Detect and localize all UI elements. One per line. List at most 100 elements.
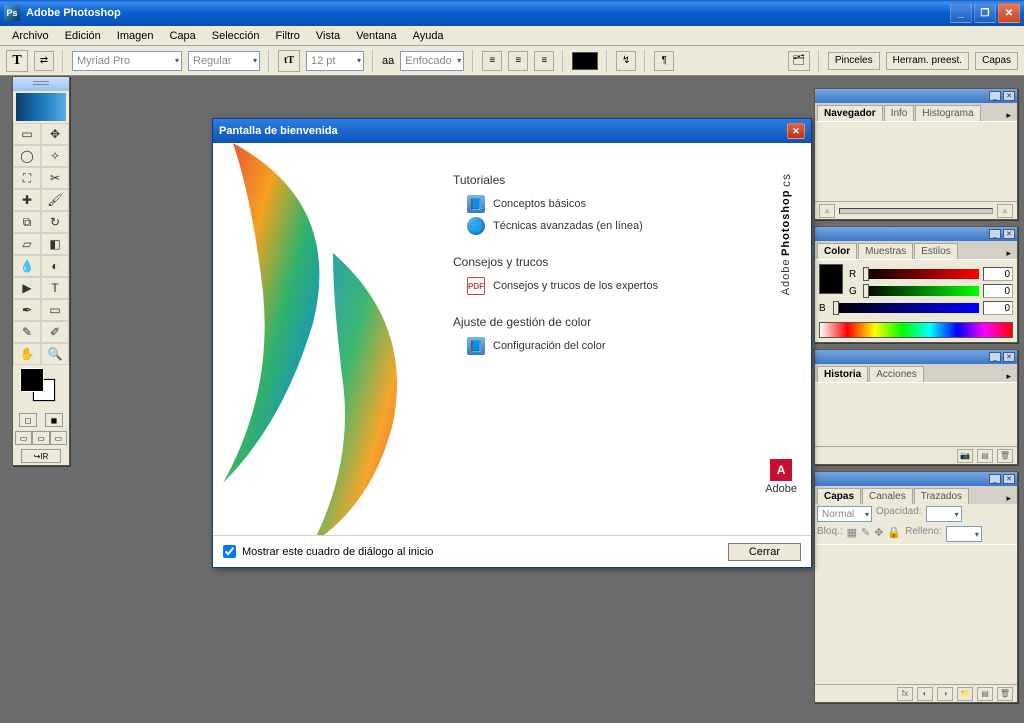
dock-tab-herram[interactable]: Herram. preest.	[886, 52, 969, 70]
maximize-button[interactable]: ❐	[974, 3, 996, 23]
tab-capas[interactable]: Capas	[817, 488, 861, 504]
link-consejos-expertos[interactable]: PDF Consejos y trucos de los expertos	[467, 277, 801, 295]
link-conceptos-basicos[interactable]: 📘 Conceptos básicos	[467, 195, 801, 213]
menu-imagen[interactable]: Imagen	[109, 28, 162, 44]
screen-standard-icon[interactable]: ▭	[15, 431, 32, 445]
fx-icon[interactable]: fx	[897, 687, 913, 701]
opacity-field[interactable]	[926, 506, 962, 522]
font-family-dropdown[interactable]: Myriad Pro	[72, 51, 182, 71]
panel-min-icon[interactable]: _	[989, 229, 1001, 239]
tab-muestras[interactable]: Muestras	[858, 243, 913, 259]
filebrowser-icon[interactable]: 🗂	[788, 51, 810, 71]
lock-trans-icon[interactable]: ▦	[847, 526, 857, 542]
show-at-start-checkbox[interactable]	[223, 545, 236, 558]
palette-grip[interactable]	[13, 77, 69, 91]
minimize-button[interactable]: _	[950, 3, 972, 23]
zoom-out-icon[interactable]: ▵	[819, 204, 835, 218]
menu-vista[interactable]: Vista	[308, 28, 348, 44]
tab-navegador[interactable]: Navegador	[817, 105, 883, 121]
snapshot-icon[interactable]: 📷	[957, 449, 973, 463]
wand-tool-icon[interactable]: ✧	[41, 145, 69, 167]
orientation-toggle[interactable]: ⇄	[34, 51, 54, 71]
zoom-tool-icon[interactable]: 🔍	[41, 343, 69, 365]
eyedropper-tool-icon[interactable]: ✐	[41, 321, 69, 343]
menu-ventana[interactable]: Ventana	[348, 28, 404, 44]
close-button[interactable]: Cerrar	[728, 543, 801, 561]
text-color-swatch[interactable]	[572, 52, 598, 70]
dock-tab-capas[interactable]: Capas	[975, 52, 1018, 70]
spectrum-ramp[interactable]	[819, 322, 1013, 338]
panel-min-icon[interactable]: _	[989, 352, 1001, 362]
marquee-tool-icon[interactable]: ▭	[13, 123, 41, 145]
panel-menu-icon[interactable]: ▸	[1002, 110, 1015, 121]
align-right-icon[interactable]: ≡	[534, 51, 554, 71]
jump-to-imageready-icon[interactable]: ↪IR	[21, 449, 61, 463]
g-slider[interactable]	[863, 286, 979, 296]
tab-estilos[interactable]: Estilos	[914, 243, 957, 259]
panel-close-icon[interactable]: ✕	[1003, 91, 1015, 101]
screen-full-icon[interactable]: ▭	[50, 431, 67, 445]
blend-mode-dropdown[interactable]: Normal	[817, 506, 872, 522]
panel-min-icon[interactable]: _	[989, 474, 1001, 484]
new-doc-icon[interactable]: ▤	[977, 449, 993, 463]
tab-info[interactable]: Info	[884, 105, 915, 121]
trash-icon[interactable]: 🗑	[997, 687, 1013, 701]
lock-paint-icon[interactable]: ✎	[861, 526, 870, 542]
align-center-icon[interactable]: ≡	[508, 51, 528, 71]
menu-edicion[interactable]: Edición	[57, 28, 109, 44]
panel-close-icon[interactable]: ✕	[1003, 474, 1015, 484]
tab-historia[interactable]: Historia	[817, 366, 868, 382]
adjustment-icon[interactable]: ◑	[937, 687, 953, 701]
dialog-close-icon[interactable]: ✕	[787, 123, 805, 139]
lock-all-icon[interactable]: 🔒	[887, 526, 901, 542]
menu-archivo[interactable]: Archivo	[4, 28, 57, 44]
menu-seleccion[interactable]: Selección	[204, 28, 268, 44]
hand-tool-icon[interactable]: ✋	[13, 343, 41, 365]
menu-ayuda[interactable]: Ayuda	[405, 28, 452, 44]
healing-tool-icon[interactable]: ✚	[13, 189, 41, 211]
tab-canales[interactable]: Canales	[862, 488, 913, 504]
eraser-tool-icon[interactable]: ▱	[13, 233, 41, 255]
menu-capa[interactable]: Capa	[161, 28, 203, 44]
new-layer-icon[interactable]: ▤	[977, 687, 993, 701]
antialias-dropdown[interactable]: Enfocado	[400, 51, 464, 71]
font-size-dropdown[interactable]: 12 pt	[306, 51, 364, 71]
r-value[interactable]	[983, 267, 1013, 281]
panel-menu-icon[interactable]: ▸	[1002, 493, 1015, 504]
lasso-tool-icon[interactable]: ◯	[13, 145, 41, 167]
path-select-icon[interactable]: ▶	[13, 277, 41, 299]
screen-full-menu-icon[interactable]: ▭	[32, 431, 49, 445]
gradient-tool-icon[interactable]: ◧	[41, 233, 69, 255]
panel-menu-icon[interactable]: ▸	[1002, 248, 1015, 259]
r-slider[interactable]	[863, 269, 979, 279]
history-brush-icon[interactable]: ↻	[41, 211, 69, 233]
panel-close-icon[interactable]: ✕	[1003, 229, 1015, 239]
crop-tool-icon[interactable]: ⛶	[13, 167, 41, 189]
pen-tool-icon[interactable]: ✒	[13, 299, 41, 321]
tab-trazados[interactable]: Trazados	[914, 488, 969, 504]
fill-field[interactable]	[946, 526, 982, 542]
link-tecnicas-avanzadas[interactable]: 🌐 Técnicas avanzadas (en línea)	[467, 217, 801, 235]
tab-histograma[interactable]: Histograma	[915, 105, 980, 121]
shape-tool-icon[interactable]: ▭	[41, 299, 69, 321]
panel-menu-icon[interactable]: ▸	[1002, 371, 1015, 382]
close-window-button[interactable]: ✕	[998, 3, 1020, 23]
trash-icon[interactable]: 🗑	[997, 449, 1013, 463]
tab-acciones[interactable]: Acciones	[869, 366, 924, 382]
stamp-tool-icon[interactable]: ⧉	[13, 211, 41, 233]
g-value[interactable]	[983, 284, 1013, 298]
panel-close-icon[interactable]: ✕	[1003, 352, 1015, 362]
notes-tool-icon[interactable]: ✎	[13, 321, 41, 343]
type-tool-toolbox-icon[interactable]: T	[41, 277, 69, 299]
dodge-tool-icon[interactable]: ◐	[41, 255, 69, 277]
zoom-in-icon[interactable]: ▵	[997, 204, 1013, 218]
quickmask-on-icon[interactable]: ◼	[45, 413, 63, 427]
folder-icon[interactable]: 📁	[957, 687, 973, 701]
link-config-color[interactable]: 📘 Configuración del color	[467, 337, 801, 355]
blur-tool-icon[interactable]: 💧	[13, 255, 41, 277]
lock-move-icon[interactable]: ✥	[874, 526, 883, 542]
tab-color[interactable]: Color	[817, 243, 857, 259]
b-slider[interactable]	[833, 303, 979, 313]
character-panel-icon[interactable]: ¶	[654, 51, 674, 71]
menu-filtro[interactable]: Filtro	[267, 28, 307, 44]
